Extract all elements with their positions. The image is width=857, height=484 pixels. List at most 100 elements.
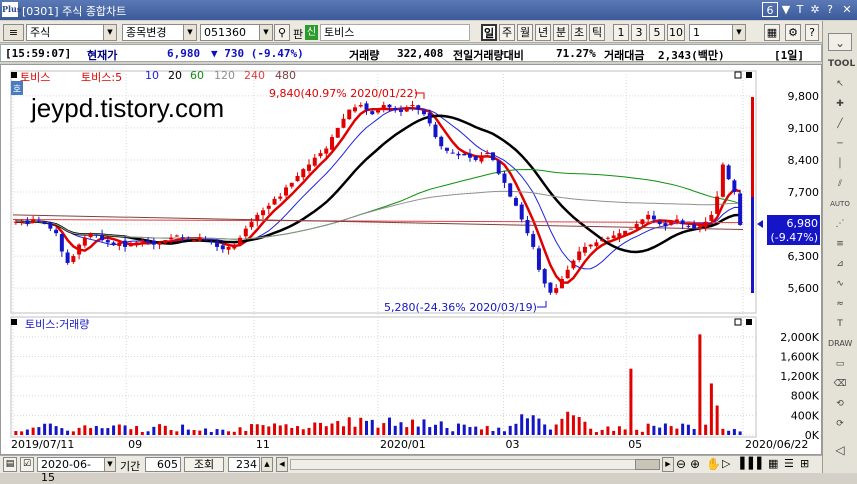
volume-bar xyxy=(175,431,179,435)
period-month-button[interactable]: 월 xyxy=(517,24,533,41)
pattern-icon[interactable]: ∿ xyxy=(828,275,852,293)
interval-select[interactable]: 1 xyxy=(689,24,733,41)
draw-icon[interactable]: DRAW xyxy=(828,335,852,353)
expand-icon[interactable]: ◁ xyxy=(828,441,852,459)
pin-icon[interactable]: T xyxy=(794,2,806,17)
candle-body xyxy=(588,244,593,247)
search-icon[interactable]: ⚲ xyxy=(274,24,290,41)
stock-chart-svg[interactable]: 9,8009,1008,4007,7007,0006,3005,600 2,00… xyxy=(1,65,821,454)
bars-icon[interactable]: ▐▐▐ xyxy=(736,457,761,470)
query-button[interactable]: 조회 xyxy=(184,457,224,472)
hline-icon[interactable]: ─ xyxy=(828,135,852,153)
eraser-icon[interactable]: ⌫ xyxy=(828,375,852,393)
period-minute-button[interactable]: 분 xyxy=(553,24,569,41)
candle-body xyxy=(220,245,225,250)
period-week-button[interactable]: 주 xyxy=(499,24,515,41)
layout-icon[interactable]: ⊞ xyxy=(800,457,809,470)
period-day-button[interactable]: 일 xyxy=(481,24,497,41)
prev-volume-ratio: 71.27% xyxy=(556,47,596,60)
scrollbar-thumb[interactable] xyxy=(635,459,660,470)
chart-area[interactable]: 9,8009,1008,4007,7007,0006,3005,600 2,00… xyxy=(0,64,822,455)
candle-body xyxy=(169,237,174,240)
interval-1-button[interactable]: 1 xyxy=(613,24,629,41)
volume-bar xyxy=(244,430,248,435)
fibonacci-icon[interactable]: ≡ xyxy=(828,235,852,253)
help-icon[interactable]: ? xyxy=(805,24,819,41)
date-tick-label: 09 xyxy=(128,438,142,451)
candle-body xyxy=(82,237,87,246)
shape-icon[interactable]: ▭ xyxy=(828,355,852,373)
fan-icon[interactable]: ⋰ xyxy=(828,215,852,233)
arrow-cursor-icon[interactable]: ↖ xyxy=(828,75,852,93)
close-icon[interactable]: ✕ xyxy=(840,2,854,17)
candle-body xyxy=(393,107,398,110)
calendar-icon[interactable]: ▤ xyxy=(3,457,17,472)
chevron-down-icon[interactable]: ▼ xyxy=(732,24,746,41)
scrollbar-track[interactable] xyxy=(290,459,660,470)
close-panel-icon[interactable] xyxy=(746,319,752,325)
interval-5-button[interactable]: 5 xyxy=(649,24,665,41)
close-panel-icon[interactable] xyxy=(746,72,752,78)
list-icon[interactable]: ≡ xyxy=(3,24,24,41)
candle-body xyxy=(732,180,737,192)
tray-label[interactable]: 판 xyxy=(293,26,303,42)
legend-marker xyxy=(11,72,17,78)
period-second-button[interactable]: 초 xyxy=(571,24,587,41)
crosshair-icon[interactable]: ✚ xyxy=(828,95,852,113)
chevron-down-icon[interactable]: ▼ xyxy=(259,24,273,41)
candle-body xyxy=(594,242,599,247)
list-icon[interactable]: ☰ xyxy=(784,457,794,470)
play-icon[interactable]: ▷ xyxy=(722,457,730,470)
collapse-icon[interactable]: ⌄ xyxy=(828,33,852,51)
window-index-button[interactable]: 6 xyxy=(762,2,778,17)
interval-10-button[interactable]: 10 xyxy=(667,24,685,41)
tool-label[interactable]: TOOL xyxy=(828,55,855,73)
channel-icon[interactable]: ⫽ xyxy=(828,175,852,193)
app-logo: Plus xyxy=(2,2,21,17)
gann-icon[interactable]: ⊿ xyxy=(828,255,852,273)
spin-icon[interactable]: ▲ xyxy=(261,457,273,472)
check-icon[interactable]: ☑ xyxy=(20,457,34,472)
market-select[interactable]: 주식 xyxy=(26,24,104,41)
volume-tick-label: 1,200K xyxy=(780,370,819,383)
trendline-icon[interactable]: ╱ xyxy=(828,115,852,133)
chevron-down-icon[interactable]: ▼ xyxy=(103,24,117,41)
volume-bar xyxy=(112,425,116,435)
volume-bar xyxy=(491,430,495,435)
redo-icon[interactable]: ⟳ xyxy=(828,415,852,433)
item-change-select[interactable]: 종목변경 xyxy=(122,24,184,41)
volume-bar xyxy=(497,427,501,435)
chevron-down-icon[interactable]: ▼ xyxy=(183,24,197,41)
period-input[interactable]: 605 xyxy=(145,457,181,472)
hand-icon[interactable]: ✋ xyxy=(706,457,721,471)
legend-item-ma120: 120 xyxy=(214,69,235,82)
wave-icon[interactable]: ≈ xyxy=(828,295,852,313)
period-year-button[interactable]: 년 xyxy=(535,24,551,41)
candle-body xyxy=(226,246,231,250)
candle-body xyxy=(404,107,409,112)
auto-icon[interactable]: AUTO xyxy=(828,195,852,213)
chart-icon[interactable]: ▦ xyxy=(768,457,778,470)
volume-bar xyxy=(652,425,656,435)
down-arrow-icon[interactable]: ▼ xyxy=(780,2,792,17)
candle-body xyxy=(410,105,415,107)
scroll-right-icon[interactable]: ▶ xyxy=(662,457,674,472)
minimize-icon[interactable]: ? xyxy=(824,2,836,17)
candle-body xyxy=(663,223,668,227)
interval-3-button[interactable]: 3 xyxy=(631,24,647,41)
vline-icon[interactable]: │ xyxy=(828,155,852,173)
gear-icon[interactable]: ⚙ xyxy=(785,24,801,41)
undo-icon[interactable]: ⟲ xyxy=(828,395,852,413)
settings-icon[interactable]: ✲ xyxy=(808,2,822,17)
text-icon[interactable]: T xyxy=(828,315,852,333)
scroll-left-icon[interactable]: ◀ xyxy=(276,457,288,472)
date-input[interactable]: 2020-06-15 xyxy=(37,457,105,484)
grid-icon[interactable]: ▦ xyxy=(764,24,780,41)
chevron-down-icon[interactable]: ▼ xyxy=(104,457,116,472)
stock-code-input[interactable]: 051360 xyxy=(200,24,260,41)
query-count-input[interactable]: 234 xyxy=(228,457,260,472)
volume-bar xyxy=(715,405,719,435)
period-tick-button[interactable]: 틱 xyxy=(589,24,605,41)
zoom-in-icon[interactable]: ⊕ xyxy=(690,457,700,471)
zoom-out-icon[interactable]: ⊖ xyxy=(676,457,686,471)
